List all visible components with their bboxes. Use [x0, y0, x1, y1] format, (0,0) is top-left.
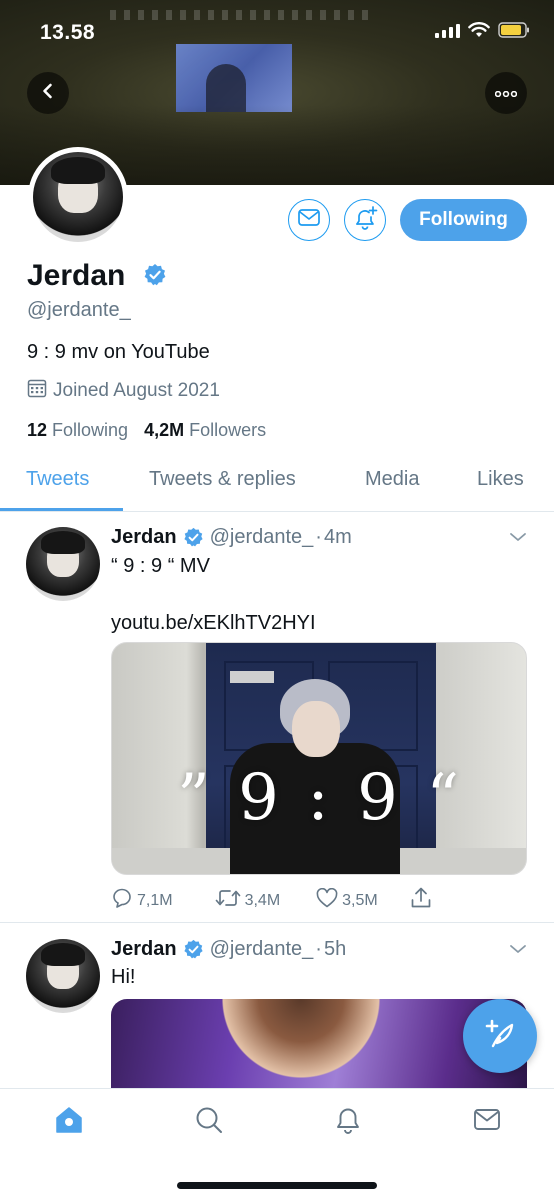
compose-tweet-button[interactable]: [463, 999, 537, 1073]
retweet-icon: [215, 888, 241, 913]
retweet-button[interactable]: 3,4M: [215, 888, 281, 913]
media-overlay-text: ” 9 : 9 “: [177, 761, 463, 835]
more-button[interactable]: [485, 72, 527, 114]
share-button[interactable]: [410, 887, 432, 914]
share-icon: [410, 887, 432, 914]
profile-handle: @jerdante_: [27, 299, 131, 321]
like-count: 3,5M: [342, 891, 378, 909]
media-person-face: [292, 701, 340, 757]
tweet-separator: ·: [315, 526, 322, 548]
tweet-separator: ·: [315, 938, 322, 960]
tweet-text: Hi!: [111, 966, 136, 988]
battery-icon: [498, 22, 530, 38]
following-button[interactable]: Following: [400, 199, 527, 241]
heart-icon: [316, 887, 338, 913]
nav-home[interactable]: [52, 1105, 86, 1139]
tab-media[interactable]: Media: [365, 468, 419, 491]
tweet-time: 5h: [323, 938, 347, 960]
tweet-header: Jerdan @jerdante_ · 4m: [111, 526, 352, 549]
notify-button[interactable]: [344, 199, 386, 241]
signal-icon: [435, 22, 460, 38]
active-tab-indicator: [0, 508, 123, 511]
reply-count: 7,1M: [137, 891, 173, 909]
tweet-author-name: Jerdan: [111, 526, 177, 548]
media-door-sign: [230, 671, 274, 683]
tweet-link[interactable]: youtu.be/xEKlhTV2HYI: [111, 612, 316, 635]
reply-icon: [111, 887, 133, 914]
like-button[interactable]: 3,5M: [316, 887, 378, 913]
following-label: Following: [52, 420, 129, 440]
tweet-time: 4m: [323, 526, 352, 548]
message-button[interactable]: [288, 199, 330, 241]
tab-tweets-replies[interactable]: Tweets & replies: [149, 468, 296, 491]
tweet-header: Jerdan @jerdante_ · 5h: [111, 938, 346, 961]
tweet-options-chevron-icon[interactable]: [509, 942, 527, 960]
profile-bio: 9 : 9 mv on YouTube: [27, 341, 210, 363]
tweet-author-name: Jerdan: [111, 938, 177, 960]
media-face: [201, 999, 401, 1099]
nav-messages[interactable]: [470, 1105, 504, 1139]
tweet-author-handle: @jerdante_: [209, 938, 314, 960]
wifi-icon: [468, 22, 490, 38]
search-icon: [194, 1105, 224, 1140]
profile-tabs: Tweets Tweets & replies Media Likes: [0, 452, 554, 512]
joined-row: Joined August 2021: [27, 378, 220, 403]
profile-avatar[interactable]: [28, 147, 128, 247]
bell-plus-icon: [352, 205, 378, 236]
compose-tweet-icon: [483, 1017, 517, 1056]
follow-stats: 12 Following 4,2M Followers: [27, 420, 266, 441]
home-indicator: [177, 1182, 377, 1189]
reply-button[interactable]: 7,1M: [111, 887, 173, 914]
following-count: 12: [27, 420, 48, 440]
tweet-text: “ 9 : 9 “ MV: [111, 555, 210, 577]
tweet-author-handle: @jerdante_: [209, 526, 314, 548]
tweet-options-chevron-icon[interactable]: [509, 530, 527, 548]
tweet-divider: [0, 922, 554, 923]
verified-badge-icon: [183, 939, 204, 960]
followers-label: Followers: [189, 420, 267, 440]
verified-badge-icon: [143, 263, 167, 292]
notifications-icon: [333, 1105, 363, 1140]
tweet-actions: 7,1M 3,4M 3,5M: [111, 887, 432, 914]
messages-icon: [472, 1105, 502, 1140]
tab-tweets[interactable]: Tweets: [26, 468, 89, 491]
nav-notifications[interactable]: [331, 1105, 365, 1139]
calendar-icon: [27, 378, 47, 403]
tweet-avatar[interactable]: [26, 939, 100, 1013]
tweet-media-image[interactable]: ” 9 : 9 “: [111, 642, 527, 875]
mail-icon: [298, 209, 320, 231]
banner-lights: [110, 10, 370, 20]
status-time: 13.58: [40, 21, 96, 44]
followers-count: 4,2M: [144, 420, 185, 440]
banner-screen-image: [176, 44, 292, 112]
tab-likes[interactable]: Likes: [477, 468, 524, 491]
profile-avatar-image: [33, 152, 123, 242]
followers-stat[interactable]: 4,2M Followers: [144, 420, 266, 441]
joined-date: Joined August 2021: [53, 379, 220, 401]
home-icon: [54, 1105, 84, 1140]
verified-badge-icon: [183, 527, 204, 548]
more-icon: [494, 84, 518, 102]
tweet-avatar[interactable]: [26, 527, 100, 601]
chevron-left-icon: [39, 82, 57, 105]
back-button[interactable]: [27, 72, 69, 114]
following-stat[interactable]: 12 Following: [27, 420, 128, 441]
status-icons: [435, 22, 530, 38]
nav-search[interactable]: [192, 1105, 226, 1139]
retweet-count: 3,4M: [244, 891, 281, 909]
profile-display-name: Jerdan: [27, 259, 126, 292]
